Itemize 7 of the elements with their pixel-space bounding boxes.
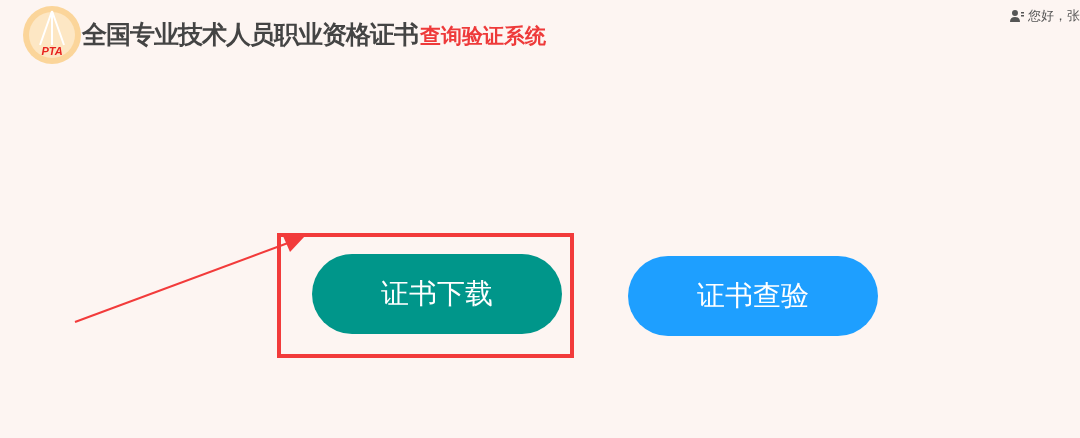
system-title: 全国专业技术人员职业资格证书 [82, 19, 418, 52]
user-icon [1010, 9, 1024, 22]
system-subtitle: 查询验证系统 [420, 23, 546, 51]
logo-icon: PTA [22, 5, 82, 65]
certificate-button[interactable]: 证书查验 [628, 255, 878, 336]
greeting-text: 您好，张 [1028, 7, 1080, 25]
certificate-button[interactable]: 证书下载 [312, 254, 562, 334]
